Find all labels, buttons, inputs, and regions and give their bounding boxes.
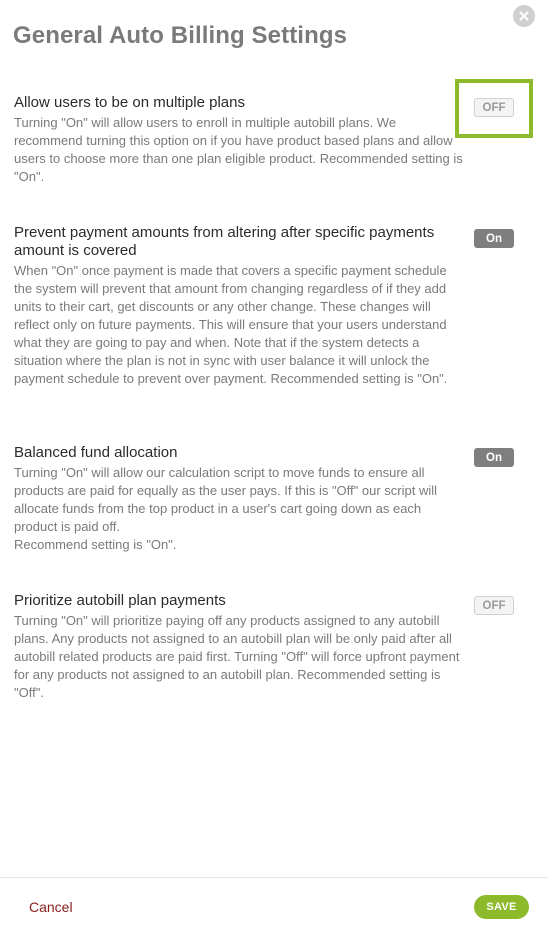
setting-description: Turning "On" will prioritize paying off … <box>14 613 460 700</box>
setting-prioritize-autobill-payments: Prioritize autobill plan payments Turnin… <box>14 592 466 702</box>
auto-billing-settings-dialog: General Auto Billing Settings Allow user… <box>0 0 548 934</box>
balanced-fund-allocation-toggle[interactable]: On <box>474 448 514 467</box>
cancel-button[interactable]: Cancel <box>29 899 73 915</box>
setting-label: Balanced fund allocation <box>14 444 178 461</box>
save-button[interactable]: SAVE <box>474 895 529 919</box>
close-button[interactable] <box>513 5 535 27</box>
setting-description: When "On" once payment is made that cove… <box>14 263 448 386</box>
setting-balanced-fund-allocation: Balanced fund allocation Turning "On" wi… <box>14 444 466 554</box>
multiple-plans-toggle[interactable]: OFF <box>474 98 514 117</box>
setting-description: Turning "On" will allow our calculation … <box>14 465 438 534</box>
prioritize-autobill-payments-toggle[interactable]: OFF <box>474 596 514 615</box>
setting-multiple-plans: Allow users to be on multiple plans Turn… <box>14 94 466 186</box>
close-icon <box>519 11 529 21</box>
setting-label: Prevent payment amounts from altering af… <box>14 224 435 259</box>
prevent-payment-altering-toggle[interactable]: On <box>474 229 514 248</box>
setting-prevent-payment-altering: Prevent payment amounts from altering af… <box>14 224 466 388</box>
dialog-title: General Auto Billing Settings <box>13 22 348 49</box>
setting-recommendation: Recommend setting is "On". <box>14 537 177 552</box>
setting-label: Allow users to be on multiple plans <box>14 94 245 111</box>
setting-description: Turning "On" will allow users to enroll … <box>14 115 463 184</box>
footer-divider <box>0 877 548 878</box>
setting-label: Prioritize autobill plan payments <box>14 592 226 609</box>
